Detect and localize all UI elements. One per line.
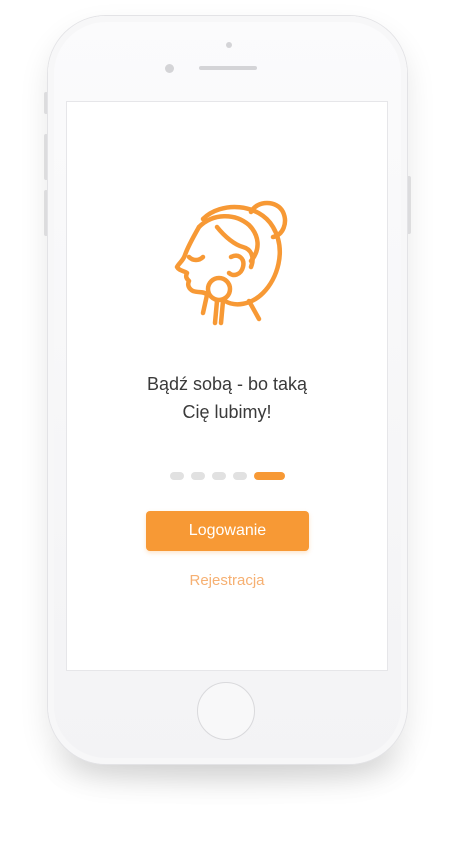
- woman-face-beauty-icon: [174, 200, 288, 326]
- app-screen: Bądź sobą - bo taką Cię lubimy! Logowani…: [67, 102, 387, 670]
- page-dot-2[interactable]: [191, 472, 205, 480]
- page-dot-5-active[interactable]: [254, 472, 285, 480]
- earpiece-speaker: [199, 66, 257, 70]
- headline-line-1: Bądź sobą - bo taką: [146, 374, 308, 394]
- page-dot-3[interactable]: [212, 472, 226, 480]
- device-stage: Bądź sobą - bo taką Cię lubimy! Logowani…: [0, 0, 455, 850]
- headline-line-2: Cię lubimy!: [182, 402, 272, 422]
- register-link[interactable]: Rejestracja: [67, 572, 387, 589]
- front-camera: [165, 64, 174, 73]
- page-dot-1[interactable]: [170, 472, 184, 480]
- power-button: [407, 176, 411, 234]
- onboarding-headline: Bądź sobą - bo taką Cię lubimy!: [67, 370, 387, 426]
- page-indicator: [170, 472, 285, 480]
- proximity-sensor: [226, 42, 232, 48]
- page-dot-4[interactable]: [233, 472, 247, 480]
- login-button[interactable]: Logowanie: [146, 511, 309, 551]
- home-button[interactable]: [197, 682, 255, 740]
